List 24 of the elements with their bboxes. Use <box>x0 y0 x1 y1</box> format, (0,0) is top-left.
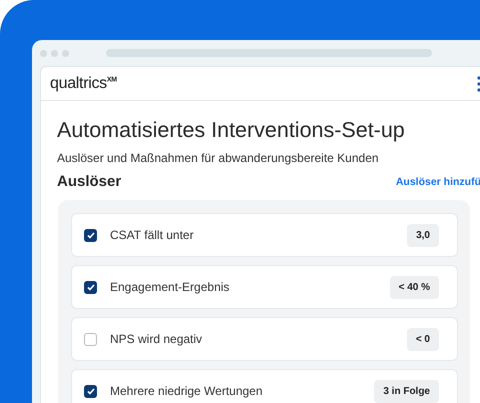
threshold-value[interactable]: < 0 <box>406 328 439 350</box>
logo: qualtrics$^{XM}$ <box>50 74 117 92</box>
check-icon <box>86 388 94 394</box>
trigger-label: Mehrere niedrige Wertungen <box>110 384 264 398</box>
section-heading: Auslöser <box>57 173 122 190</box>
threshold-value[interactable]: 3,0 <box>407 224 439 246</box>
checkbox[interactable] <box>84 280 97 294</box>
page-subtitle: Auslöser und Maßnahmen für abwanderungsbereite Kunden <box>57 151 379 165</box>
threshold-value[interactable]: 3 in Folge <box>374 380 439 402</box>
checkbox[interactable] <box>84 384 97 398</box>
check-icon <box>86 232 94 238</box>
threshold-value[interactable]: < 40 % <box>390 276 439 298</box>
checkbox[interactable] <box>84 228 97 242</box>
menu-icon[interactable] <box>477 76 480 92</box>
trigger-label: Engagement-Ergebnis <box>110 280 230 294</box>
page-title: Automatisiertes Interventions-Set-up <box>57 118 406 143</box>
window-dot <box>51 50 58 56</box>
window-dot <box>40 50 47 56</box>
add-trigger-link[interactable]: Auslöser hinzufü <box>396 176 480 188</box>
checkbox[interactable] <box>84 332 97 346</box>
trigger-label: CSAT fällt unter <box>110 228 195 242</box>
check-icon <box>86 284 94 290</box>
trigger-label: NPS wird negativ <box>110 332 204 346</box>
window-dot <box>62 50 69 56</box>
